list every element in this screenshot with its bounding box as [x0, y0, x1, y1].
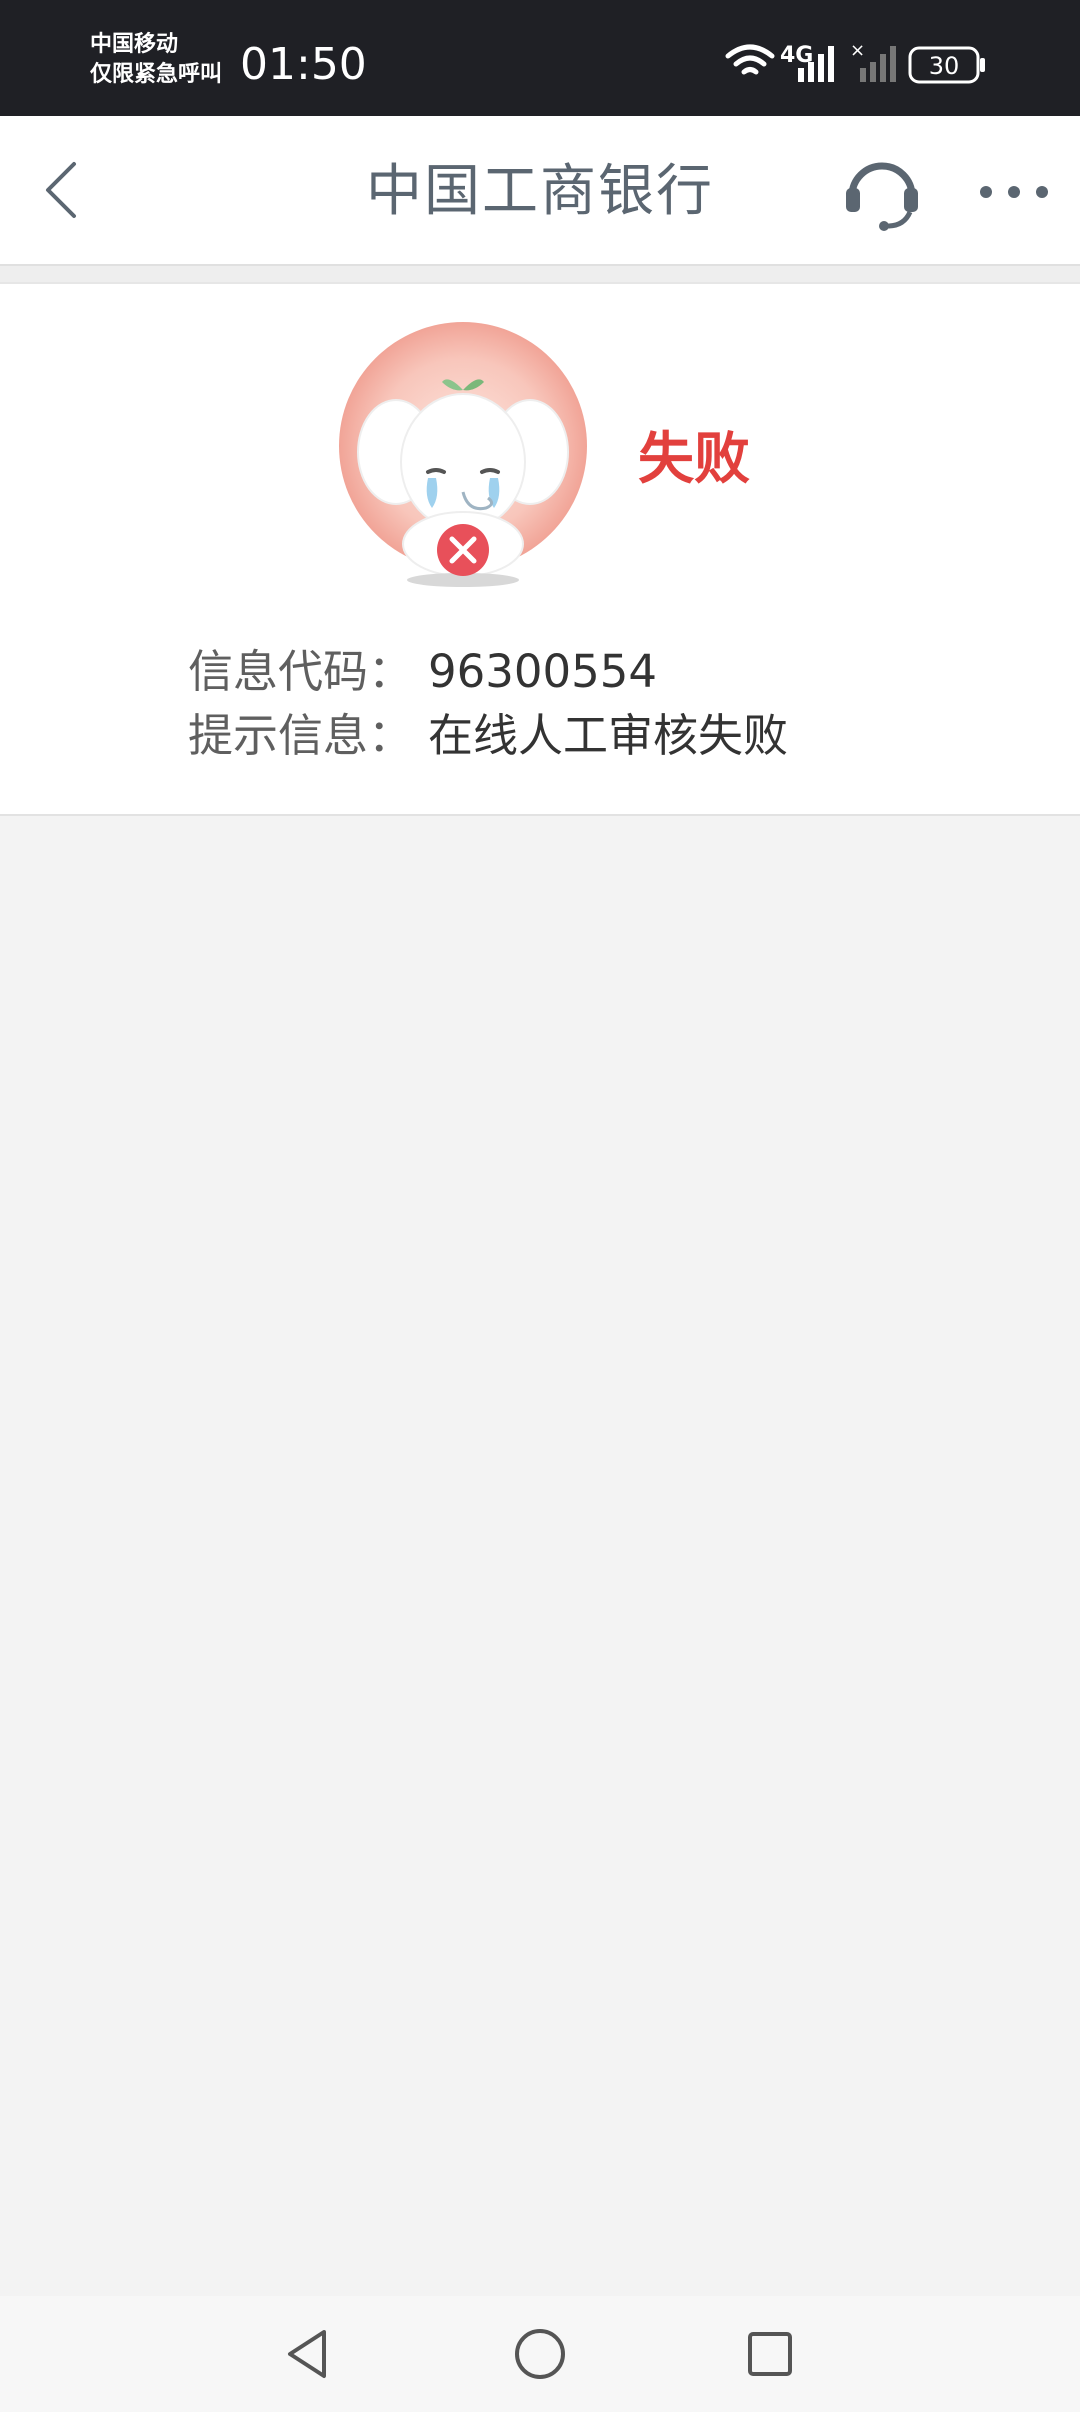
svg-text:×: ×	[850, 40, 865, 61]
system-recents-button[interactable]	[740, 2324, 800, 2384]
battery-level: 30	[929, 52, 960, 80]
wifi-icon	[725, 44, 775, 75]
carrier-info: 中国移动 仅限紧急呼叫	[90, 30, 222, 90]
info-code-row: 信息代码： 96300554	[188, 642, 657, 702]
headset-icon	[846, 162, 918, 231]
battery-icon: 30	[908, 46, 985, 84]
info-message-value: 在线人工审核失败	[428, 709, 789, 762]
section-divider	[0, 264, 1080, 284]
result-card: 失败 信息代码： 96300554 提示信息： 在线人工审核失败	[0, 284, 1080, 816]
info-message-row: 提示信息： 在线人工审核失败	[188, 706, 788, 766]
result-status: 失败	[638, 427, 750, 492]
more-dots-icon	[980, 186, 1048, 198]
more-options-button[interactable]	[972, 156, 1056, 228]
square-recents-icon	[748, 2332, 792, 2376]
system-home-button[interactable]	[510, 2324, 570, 2384]
customer-service-button[interactable]	[838, 152, 926, 232]
system-navigation-bar	[0, 2296, 1080, 2412]
navigation-bar: 中国工商银行	[0, 116, 1080, 264]
status-bar: 中国移动 仅限紧急呼叫 01:50 4G × 30	[0, 0, 1080, 116]
info-code-value: 96300554	[428, 645, 658, 698]
status-icons: 4G × 30	[725, 40, 985, 84]
system-back-button[interactable]	[278, 2324, 338, 2384]
emergency-only-text: 仅限紧急呼叫	[90, 62, 223, 87]
info-code-label: 信息代码：	[188, 645, 414, 698]
crying-elephant-mascot-icon	[339, 322, 587, 587]
info-message-label: 提示信息：	[188, 709, 414, 762]
carrier-name: 中国移动	[90, 32, 179, 57]
no-signal-icon: ×	[850, 40, 896, 82]
triangle-back-icon	[288, 2330, 326, 2378]
circle-home-icon	[515, 2329, 565, 2379]
clock: 01:50	[240, 39, 367, 90]
